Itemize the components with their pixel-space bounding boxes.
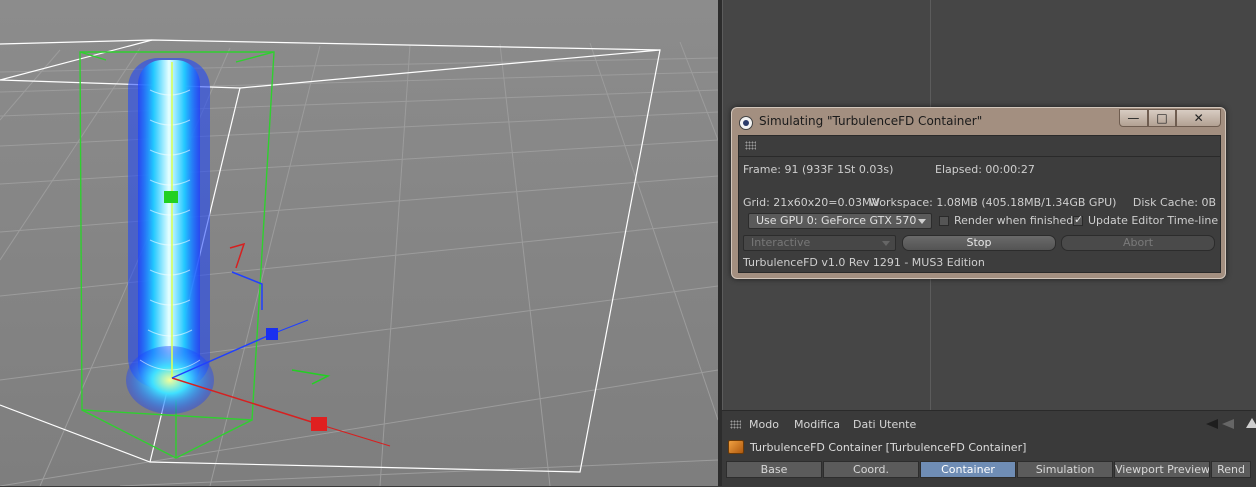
tab-coord[interactable]: Coord. <box>823 461 919 478</box>
abort-button[interactable]: Abort <box>1061 235 1215 251</box>
cinema4d-logo-icon <box>739 116 753 130</box>
tab-base[interactable]: Base <box>726 461 822 478</box>
render-when-finished-checkbox[interactable] <box>939 216 949 226</box>
render-when-finished-label: Render when finished <box>954 214 1074 227</box>
gpu-select-value: Use GPU 0: GeForce GTX 570 <box>756 214 917 227</box>
plugin-version: TurbulenceFD v1.0 Rev 1291 - MUS3 Editio… <box>743 256 985 269</box>
menu-modo[interactable]: Modo <box>749 418 779 431</box>
stop-button[interactable]: Stop <box>902 235 1056 251</box>
menu-dati-utente[interactable]: Dati Utente <box>853 418 916 431</box>
forward-arrow-icon[interactable] <box>1222 419 1234 429</box>
attribute-manager: Modo Modifica Dati Utente TurbulenceFD C… <box>722 410 1256 487</box>
up-arrow-icon[interactable] <box>1246 418 1256 428</box>
dialog-grip-row <box>739 136 1220 157</box>
window-controls: — □ ✕ <box>1119 109 1222 127</box>
close-button[interactable]: ✕ <box>1176 109 1222 127</box>
maximize-button[interactable]: □ <box>1147 109 1177 127</box>
grid-info: Grid: 21x60x20=0.03MV <box>743 196 880 209</box>
grip-icon[interactable] <box>730 420 741 429</box>
workspace-info: Workspace: 1.08MB (405.18MB/1.34GB GPU) <box>869 196 1117 209</box>
tab-simulation[interactable]: Simulation <box>1017 461 1113 478</box>
fluid-plume <box>126 58 214 414</box>
back-arrow-icon[interactable] <box>1206 419 1218 429</box>
elapsed-time: Elapsed: 00:00:27 <box>935 163 1035 176</box>
update-editor-checkbox[interactable] <box>1073 213 1083 226</box>
chevron-down-icon <box>918 219 926 224</box>
object-header: TurbulenceFD Container [TurbulenceFD Con… <box>722 437 1256 457</box>
dialog-title: Simulating "TurbulenceFD Container" <box>759 114 983 128</box>
attribute-tabs: Base Coord. Container Simulation Viewpor… <box>726 461 1252 479</box>
turbulencefd-container-icon <box>728 440 744 454</box>
mode-select[interactable]: Interactive <box>743 235 896 251</box>
attribute-menu-bar: Modo Modifica Dati Utente <box>722 413 1256 433</box>
viewport-3d[interactable] <box>0 0 718 486</box>
object-name: TurbulenceFD Container [TurbulenceFD Con… <box>750 441 1027 454</box>
frame-info: Frame: 91 (933F 1St 0.03s) <box>743 163 894 176</box>
dialog-body: Frame: 91 (933F 1St 0.03s) Elapsed: 00:0… <box>738 135 1221 273</box>
tab-viewport-preview[interactable]: Viewport Preview <box>1114 461 1210 478</box>
disk-cache-info: Disk Cache: 0B <box>1132 196 1216 209</box>
update-editor-label: Update Editor Time-line <box>1088 214 1219 227</box>
viewport-scene <box>0 0 718 486</box>
chevron-down-icon <box>882 241 890 246</box>
gpu-select[interactable]: Use GPU 0: GeForce GTX 570 <box>748 213 932 229</box>
minimize-button[interactable]: — <box>1119 109 1148 127</box>
mode-select-value: Interactive <box>751 236 811 249</box>
tab-render[interactable]: Rend <box>1211 461 1251 478</box>
tab-container[interactable]: Container <box>920 461 1016 478</box>
grip-icon[interactable] <box>745 141 756 150</box>
menu-modifica[interactable]: Modifica <box>794 418 840 431</box>
panel-divider <box>722 0 723 410</box>
simulation-dialog: Simulating "TurbulenceFD Container" — □ … <box>731 107 1226 279</box>
